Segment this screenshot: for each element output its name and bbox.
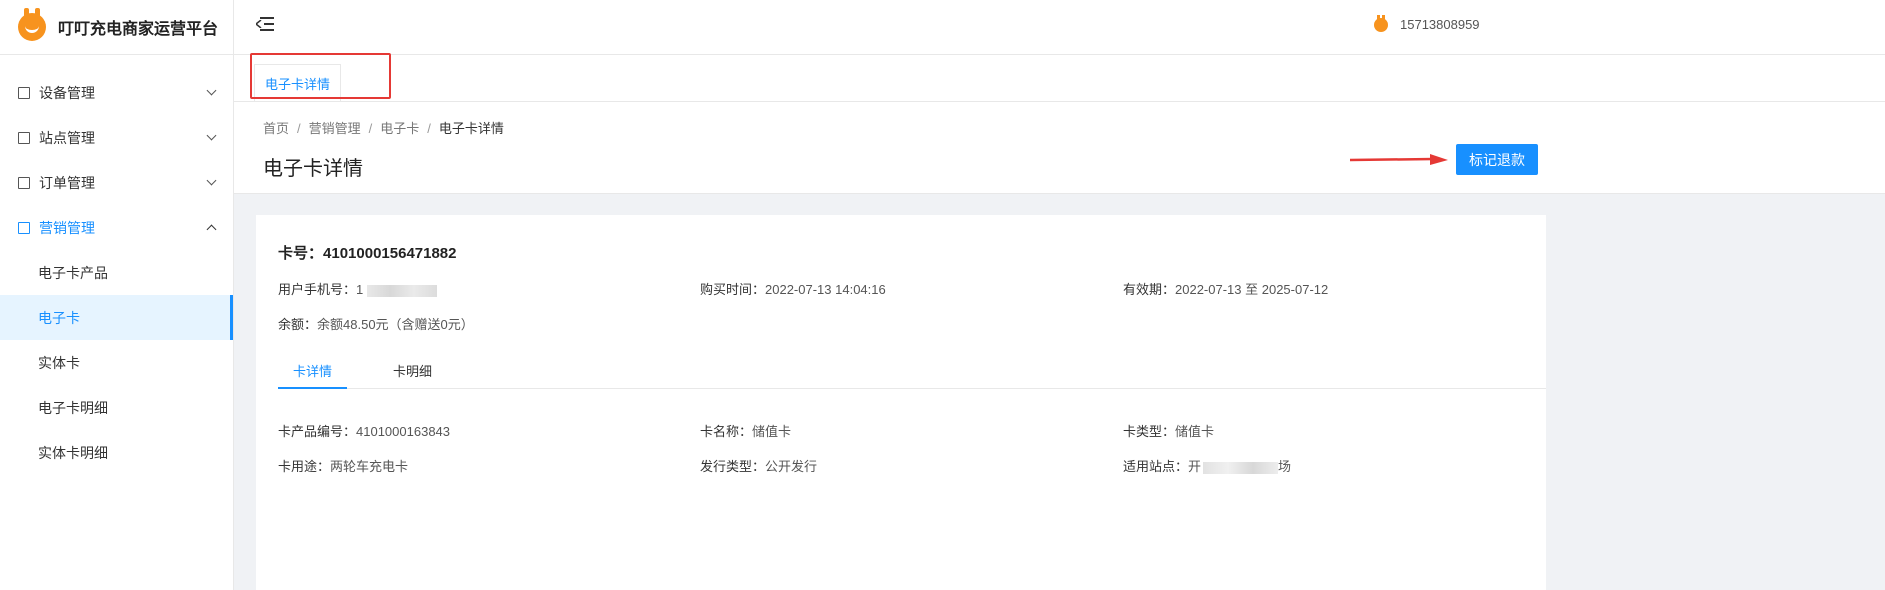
sidebar-item-label: 营销管理 (39, 219, 95, 236)
annotation-highlight-box (250, 53, 391, 99)
chevron-down-icon (206, 130, 217, 141)
top-header: 15713808959 (234, 0, 1885, 55)
sidebar-item-device[interactable]: 设备管理 (0, 70, 233, 115)
brand-title: 叮叮充电商家运营平台 (58, 21, 219, 38)
user-phone: 15713808959 (1400, 17, 1480, 32)
sidebar-subitem-ecard-detail[interactable]: 电子卡明细 (0, 385, 233, 430)
order-icon (18, 176, 30, 189)
balance-field: 余额：余额48.50元（含赠送0元） (278, 317, 474, 332)
sidebar-item-marketing[interactable]: 营销管理 (0, 205, 233, 250)
card-detail-panel: 卡号：4101000156471882 用户手机号：1 购买时间：2022-07… (256, 215, 1546, 590)
tab-card-records[interactable]: 卡明细 (378, 353, 447, 389)
device-icon (18, 86, 30, 99)
card-number: 卡号：4101000156471882 (278, 245, 457, 262)
chevron-down-icon (206, 175, 217, 186)
user-phone-field: 用户手机号：1 (278, 279, 438, 298)
sidebar-item-site[interactable]: 站点管理 (0, 115, 233, 160)
sidebar-item-label: 设备管理 (39, 84, 95, 101)
annotation-arrow-icon (1350, 154, 1448, 165)
sidebar-subitem-ecard[interactable]: 电子卡 (0, 295, 233, 340)
product-no-field: 卡产品编号：4101000163843 (278, 424, 451, 439)
menu-fold-icon[interactable] (256, 16, 274, 32)
masked-station (1203, 461, 1279, 474)
detail-tabs: 卡详情 卡明细 (278, 353, 1546, 389)
sidebar-menu: 设备管理 站点管理 订单管理 营销管理 电子卡产品 电子卡 实体卡 电子卡明细 … (0, 55, 233, 475)
sidebar: 叮叮充电商家运营平台 设备管理 站点管理 订单管理 营销管理 电子卡产品 电子卡… (0, 0, 234, 590)
issue-type-field: 发行类型：公开发行 (700, 459, 818, 474)
validity-field: 有效期：2022-07-13 至 2025-07-12 (1123, 282, 1329, 297)
purchase-time-field: 购买时间：2022-07-13 14:04:16 (700, 282, 886, 297)
breadcrumb: 首页 / 营销管理 / 电子卡 / 电子卡详情 (263, 121, 504, 136)
sidebar-subitem-physical-card-detail[interactable]: 实体卡明细 (0, 430, 233, 475)
user-menu[interactable]: 15713808959 (1374, 14, 1480, 32)
chevron-up-icon (206, 224, 217, 235)
sidebar-item-label: 订单管理 (39, 174, 95, 191)
masked-phone (367, 284, 438, 297)
card-usage-field: 卡用途：两轮车充电卡 (278, 459, 409, 474)
station-field: 适用站点：开场 (1123, 459, 1292, 474)
sidebar-subitem-physical-card[interactable]: 实体卡 (0, 340, 233, 385)
tab-card-detail[interactable]: 卡详情 (278, 353, 348, 389)
sidebar-item-label: 站点管理 (39, 129, 95, 146)
card-name-field: 卡名称：储值卡 (700, 424, 792, 439)
page-title: 电子卡详情 (263, 158, 363, 180)
mark-refund-button[interactable]: 标记退款 (1456, 144, 1538, 175)
avatar (1374, 14, 1388, 32)
page-header: 首页 / 营销管理 / 电子卡 / 电子卡详情 电子卡详情 标记退款 (234, 102, 1885, 194)
card-type-field: 卡类型：储值卡 (1123, 424, 1215, 439)
gift-icon (18, 221, 30, 234)
sidebar-subitem-ecard-product[interactable]: 电子卡产品 (0, 250, 233, 295)
breadcrumb-home[interactable]: 首页 (263, 121, 289, 136)
breadcrumb-current: 电子卡详情 (438, 121, 504, 136)
breadcrumb-ecard[interactable]: 电子卡 (380, 121, 419, 136)
breadcrumb-marketing[interactable]: 营销管理 (309, 121, 361, 136)
site-icon (18, 131, 30, 144)
chevron-down-icon (206, 85, 217, 96)
brand: 叮叮充电商家运营平台 (0, 0, 233, 55)
sidebar-item-order[interactable]: 订单管理 (0, 160, 233, 205)
plug-smile-logo-icon (18, 8, 46, 41)
tab-bar: 电子卡详情 (234, 53, 1885, 102)
